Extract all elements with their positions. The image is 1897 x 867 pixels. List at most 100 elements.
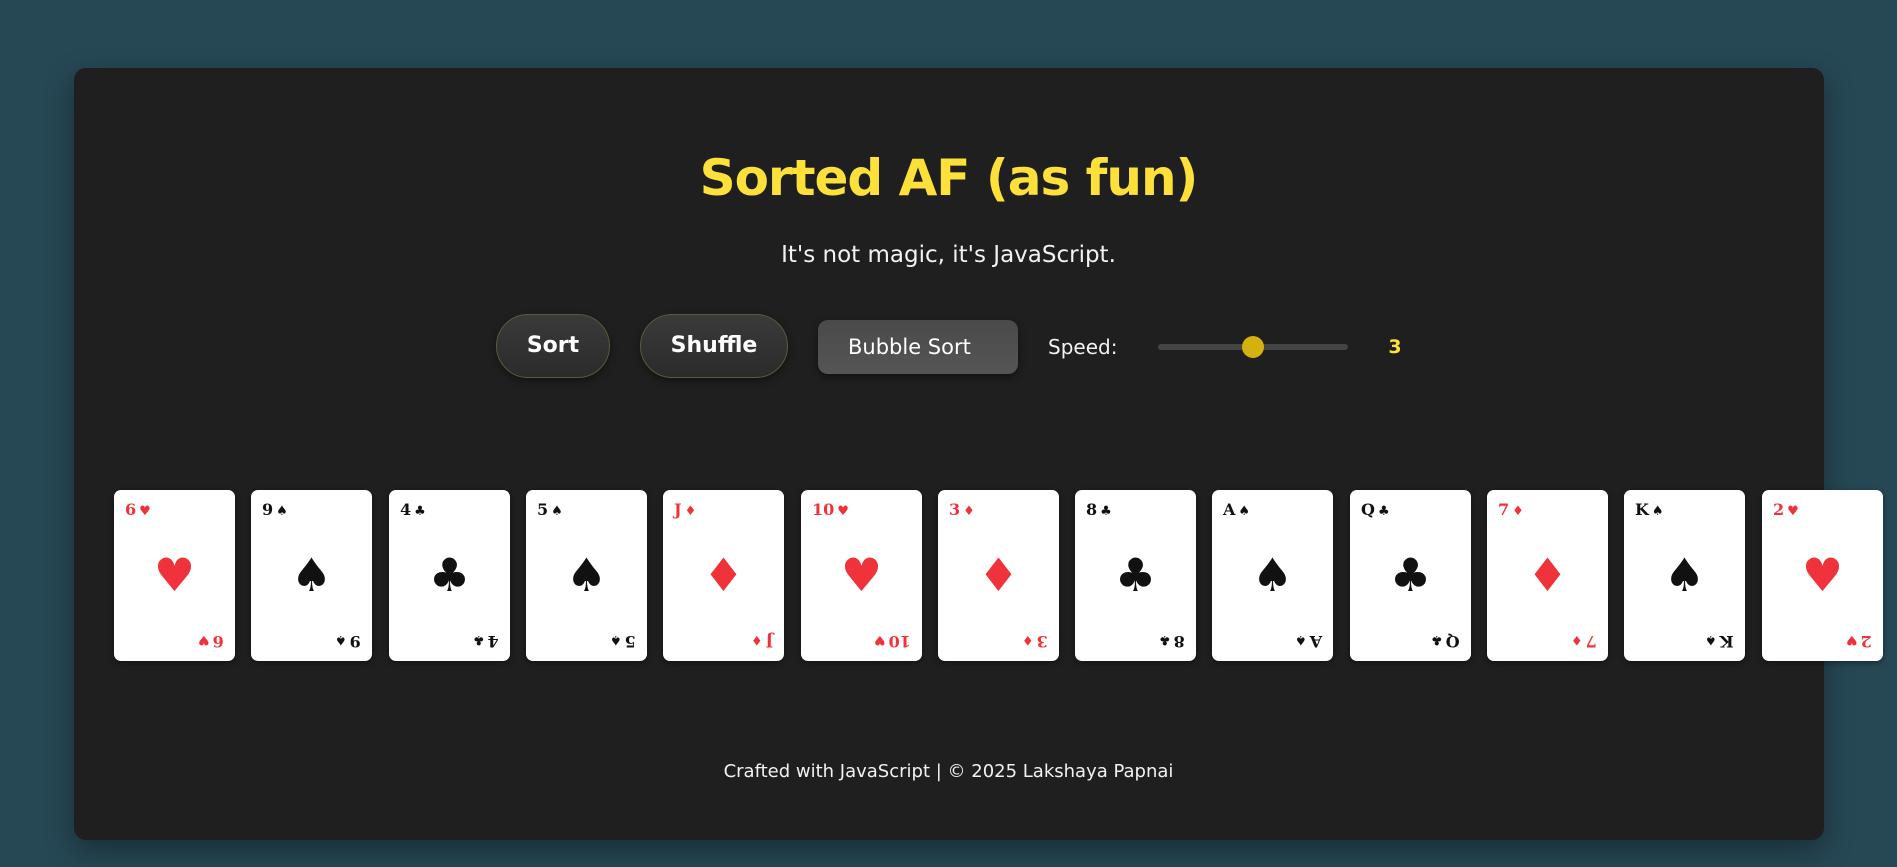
- playing-card[interactable]: A ♠ ♠ A♠: [1212, 490, 1333, 661]
- speed-slider-thumb[interactable]: [1242, 336, 1264, 358]
- footer-text: Crafted with JavaScript | © 2025 Lakshay…: [723, 761, 1174, 782]
- playing-card[interactable]: 7 ♦ ♦ 7♦: [1487, 490, 1608, 661]
- card-rank: 4: [487, 632, 499, 651]
- playing-card[interactable]: 9 ♠ ♠ 9♠: [251, 490, 372, 661]
- card-rank: Q: [1446, 632, 1460, 651]
- card-suit-icon: ♠: [610, 632, 622, 647]
- card-corner-bottom: J♦: [750, 630, 773, 651]
- card-rank: 3: [949, 500, 961, 519]
- card-suit-icon: ♥: [874, 632, 886, 647]
- card-center-suit-icon: ♥: [840, 548, 883, 602]
- card-rank: K: [1720, 632, 1734, 651]
- card-rank: 4: [400, 500, 412, 519]
- card-corner-bottom: 5♠: [610, 630, 636, 651]
- card-rank: 5: [624, 632, 636, 651]
- card-corner-bottom: Q♣: [1431, 630, 1460, 651]
- card-rank: J: [765, 632, 773, 651]
- card-rank: Q: [1361, 500, 1375, 519]
- card-rank: 7: [1585, 632, 1597, 651]
- card-corner-bottom: 4♣: [473, 630, 499, 651]
- playing-card[interactable]: 5 ♠ ♠ 5♠: [526, 490, 647, 661]
- card-corner-top: Q ♣: [1361, 501, 1390, 521]
- sort-button[interactable]: Sort: [496, 314, 610, 378]
- card-corner-bottom: 6♥: [198, 630, 224, 651]
- card-row: 6 ♥ ♥ 6♥ 9 ♠ ♠ 9♠ 4 ♣ ♣ 4♣ 5 ♠ ♠ 5♠ J ♦ ♦ J♦ 10 ♥ ♥ 10♥ 3 ♦ ♦ 3♦ 8 ♣ ♣…: [114, 490, 1897, 662]
- card-suit-icon: ♣: [1159, 632, 1171, 647]
- playing-card[interactable]: 8 ♣ ♣ 8♣: [1075, 490, 1196, 661]
- card-suit-icon: ♣: [473, 632, 485, 647]
- card-suit-icon: ♠: [1238, 504, 1251, 519]
- speed-value: 3: [1388, 336, 1402, 358]
- card-suit-icon: ♠: [1651, 504, 1664, 519]
- card-corner-bottom: A♠: [1294, 630, 1322, 651]
- card-suit-icon: ♣: [1100, 504, 1112, 519]
- card-center-suit-icon: ♠: [565, 548, 608, 602]
- card-corner-bottom: K♠: [1705, 630, 1734, 651]
- playing-card[interactable]: 2 ♥ ♥ 2♥: [1762, 490, 1883, 661]
- card-corner-top: A ♠: [1223, 501, 1250, 521]
- card-center-suit-icon: ♦: [702, 548, 745, 602]
- playing-card[interactable]: K ♠ ♠ K♠: [1624, 490, 1745, 661]
- speed-label: Speed:: [1048, 335, 1118, 359]
- card-rank: J: [674, 500, 682, 519]
- playing-card[interactable]: 6 ♥ ♥ 6♥: [114, 490, 235, 661]
- card-corner-bottom: 3♦: [1022, 630, 1048, 651]
- card-suit-icon: ♠: [276, 504, 288, 519]
- card-rank: 10: [888, 632, 911, 651]
- card-suit-icon: ♣: [1431, 632, 1444, 647]
- card-corner-bottom: 9♠: [335, 630, 361, 651]
- card-center-suit-icon: ♥: [1801, 548, 1844, 602]
- card-center-suit-icon: ♦: [1526, 548, 1569, 602]
- card-corner-top: J ♦: [674, 501, 696, 521]
- card-corner-top: 4 ♣: [400, 501, 426, 521]
- card-corner-bottom: 10♥: [874, 630, 911, 651]
- card-rank: 7: [1498, 500, 1510, 519]
- card-corner-bottom: 8♣: [1159, 630, 1185, 651]
- card-rank: 6: [212, 632, 224, 651]
- playing-card[interactable]: 3 ♦ ♦ 3♦: [938, 490, 1059, 661]
- card-center-suit-icon: ♠: [290, 548, 333, 602]
- page-title: Sorted AF (as fun): [699, 149, 1199, 207]
- card-center-suit-icon: ♦: [977, 548, 1020, 602]
- card-corner-top: 9 ♠: [262, 501, 288, 521]
- shuffle-button[interactable]: Shuffle: [640, 314, 788, 378]
- playing-card[interactable]: J ♦ ♦ J♦: [663, 490, 784, 661]
- algorithm-select[interactable]: Bubble Sort: [818, 320, 1018, 374]
- card-suit-icon: ♦: [963, 504, 975, 519]
- card-corner-bottom: 2♥: [1846, 630, 1872, 651]
- playing-card[interactable]: 10 ♥ ♥ 10♥: [801, 490, 922, 661]
- card-rank: 5: [537, 500, 549, 519]
- card-suit-icon: ♠: [1705, 632, 1718, 647]
- card-corner-top: 7 ♦: [1498, 501, 1524, 521]
- card-suit-icon: ♦: [1571, 632, 1583, 647]
- card-center-suit-icon: ♣: [1114, 548, 1157, 602]
- card-suit-icon: ♥: [1787, 504, 1799, 519]
- card-suit-icon: ♦: [684, 504, 697, 519]
- card-rank: 9: [349, 632, 361, 651]
- card-corner-top: 2 ♥: [1773, 501, 1799, 521]
- card-suit-icon: ♦: [750, 632, 763, 647]
- playing-card[interactable]: Q ♣ ♣ Q♣: [1350, 490, 1471, 661]
- card-suit-icon: ♠: [551, 504, 563, 519]
- card-suit-icon: ♥: [198, 632, 210, 647]
- card-center-suit-icon: ♠: [1251, 548, 1294, 602]
- card-rank: 9: [262, 500, 274, 519]
- card-center-suit-icon: ♣: [428, 548, 471, 602]
- card-suit-icon: ♠: [1294, 632, 1307, 647]
- card-corner-top: 3 ♦: [949, 501, 975, 521]
- card-rank: 2: [1860, 632, 1872, 651]
- card-suit-icon: ♣: [414, 504, 426, 519]
- card-center-suit-icon: ♠: [1663, 548, 1706, 602]
- card-rank: 6: [125, 500, 137, 519]
- card-suit-icon: ♥: [139, 504, 151, 519]
- card-suit-icon: ♥: [1846, 632, 1858, 647]
- card-rank: 8: [1086, 500, 1098, 519]
- card-center-suit-icon: ♥: [153, 548, 196, 602]
- card-rank: A: [1223, 500, 1236, 519]
- card-corner-bottom: 7♦: [1571, 630, 1597, 651]
- card-suit-icon: ♦: [1512, 504, 1524, 519]
- card-corner-top: 10 ♥: [812, 501, 849, 521]
- playing-card[interactable]: 4 ♣ ♣ 4♣: [389, 490, 510, 661]
- page-subtitle: It's not magic, it's JavaScript.: [781, 242, 1116, 268]
- card-corner-top: 8 ♣: [1086, 501, 1112, 521]
